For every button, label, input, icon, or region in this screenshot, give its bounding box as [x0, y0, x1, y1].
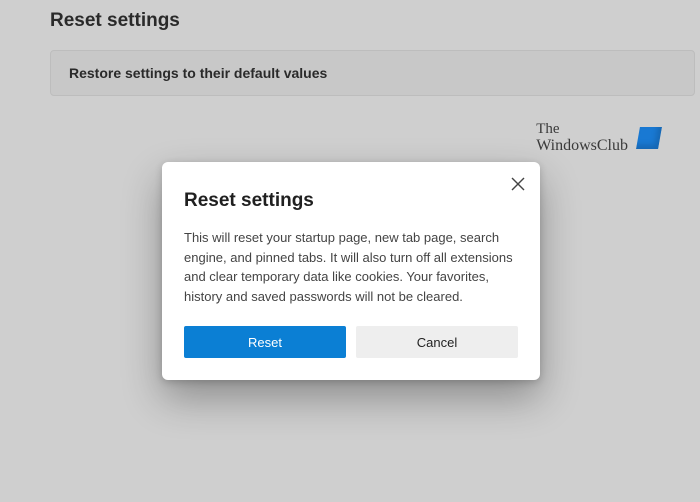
dialog-body: This will reset your startup page, new t…: [184, 228, 518, 306]
cancel-button[interactable]: Cancel: [356, 326, 518, 358]
close-icon: [511, 177, 525, 191]
dialog-actions: Reset Cancel: [184, 326, 518, 358]
close-button[interactable]: [510, 176, 526, 192]
dialog-title: Reset settings: [184, 190, 518, 212]
reset-settings-dialog: Reset settings This will reset your star…: [162, 162, 540, 380]
reset-button[interactable]: Reset: [184, 326, 346, 358]
modal-overlay: Reset settings This will reset your star…: [0, 0, 700, 502]
